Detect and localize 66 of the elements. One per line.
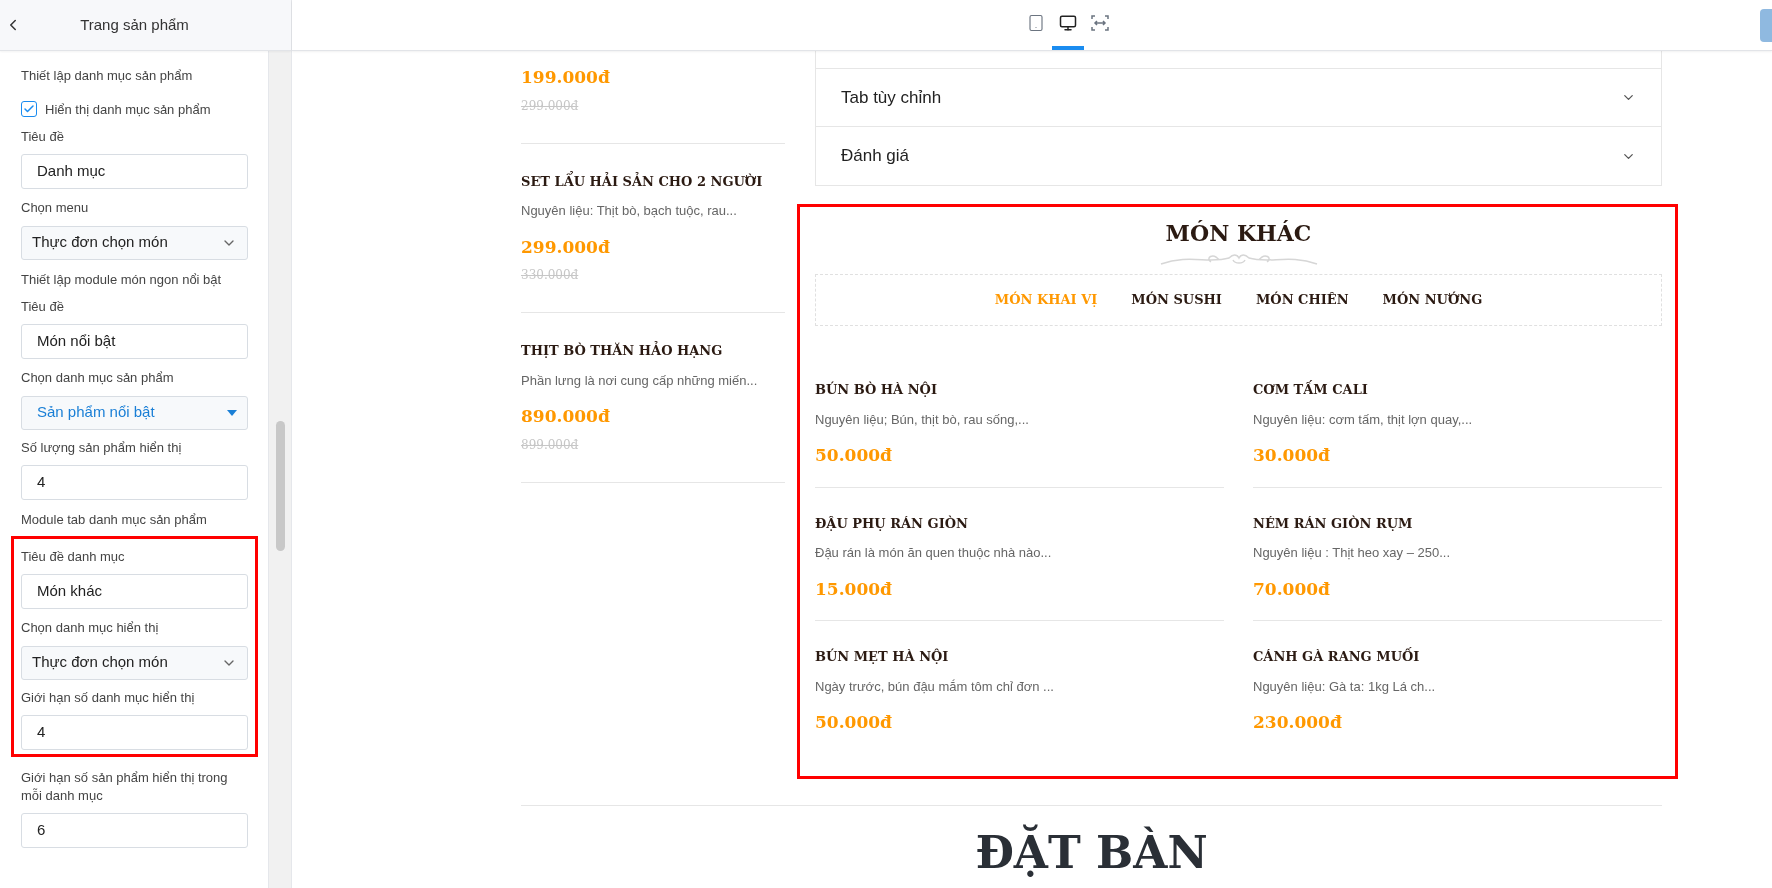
accordion-row[interactable]: Tab tùy chỉnh bbox=[816, 69, 1661, 127]
input-field[interactable]: 4 bbox=[21, 464, 249, 500]
category-tab[interactable]: MÓN NƯỚNG bbox=[1382, 290, 1483, 310]
accordion-row[interactable]: Đánh giá bbox=[816, 127, 1661, 185]
product-description: Đậu rán là món ăn quen thuộc nhà nào... bbox=[815, 544, 1053, 562]
select-value: Thực đơn chọn món bbox=[32, 652, 168, 673]
product-name[interactable]: CƠM TẤM CALI bbox=[1253, 380, 1662, 400]
product-price: 15.000đ bbox=[815, 577, 893, 601]
section-label: Module tab danh mục sản phẩm bbox=[21, 510, 208, 529]
input-field[interactable]: 6 bbox=[21, 812, 249, 848]
input-field[interactable]: Món nổi bật bbox=[21, 324, 249, 359]
product-price: 199.000đ bbox=[521, 66, 611, 89]
product-name[interactable]: ĐẬU PHỤ RÁN GIÒN bbox=[815, 513, 1224, 533]
checkbox[interactable] bbox=[21, 101, 37, 118]
product-price: 50.000đ bbox=[815, 711, 893, 734]
input-field[interactable]: Món khác bbox=[21, 574, 249, 609]
product-description: Nguyên liệu; Bún, thịt bò, rau sống,... bbox=[815, 410, 1030, 429]
product-description: Nguyên liệu : Thịt heo xay – 250... bbox=[1253, 544, 1452, 562]
product-name[interactable]: CÁNH GÀ RANG MUỐI bbox=[1253, 647, 1662, 667]
product-description: Nguyên liệu: Gà ta: 1kg Lá ch... bbox=[1253, 677, 1437, 696]
select-field[interactable]: Thực đơn chọn món bbox=[21, 645, 249, 680]
field-label: Tiêu đề bbox=[21, 128, 65, 146]
product-name[interactable]: THỊT BÒ THĂN HẢO HẠNG bbox=[521, 341, 785, 361]
select-value: Sản phẩm nổi bật bbox=[36, 402, 155, 423]
product-price: 299.000đ bbox=[521, 235, 611, 259]
section-label: Thiết lập module món ngon nổi bật bbox=[21, 270, 223, 289]
product-price: 30.000đ bbox=[1253, 444, 1331, 467]
field-label: Chọn menu bbox=[21, 199, 90, 217]
field-label: Số lượng sản phẩm hiển thị bbox=[21, 438, 183, 457]
tablet-icon bbox=[1027, 13, 1045, 32]
field-label: Giới hạn số sản phẩm hiển thị trong mỗi danh mục bbox=[21, 768, 229, 805]
section-label: Thiết lập danh mục sản phẩm bbox=[21, 67, 194, 85]
product-name[interactable]: BÚN MẸT HÀ NỘI bbox=[815, 647, 1224, 667]
field-label: Chọn danh mục hiển thị bbox=[21, 619, 160, 637]
product-price: 50.000đ bbox=[815, 444, 893, 467]
old-price: 299.000đ bbox=[521, 97, 580, 115]
product-name[interactable]: BÚN BÒ HÀ NỘI bbox=[815, 380, 1224, 400]
field-label: Tiêu đề danh mục bbox=[21, 548, 126, 566]
checkbox-label: Hiển thị danh mục sản phẩm bbox=[45, 100, 211, 119]
product-description: Nguyên liệu: cơm tấm, thịt lợn quay,... bbox=[1253, 410, 1474, 429]
input-field[interactable]: Danh mục bbox=[21, 154, 249, 189]
select-field[interactable]: Thực đơn chọn món bbox=[21, 225, 249, 260]
field-label: Chọn danh mục sản phẩm bbox=[21, 369, 175, 387]
category-tab[interactable]: MÓN CHIÊN bbox=[1255, 290, 1349, 310]
product-description: Nguyên liệu: Thịt bò, bạch tuộc, rau... bbox=[521, 202, 738, 220]
field-label: Giới hạn số danh mục hiển thị bbox=[21, 688, 196, 707]
product-name[interactable]: SET LẨU HẢI SẢN CHO 2 NGƯỜI bbox=[521, 171, 785, 191]
caret-icon bbox=[227, 409, 238, 416]
scrollbar-thumb[interactable] bbox=[275, 421, 285, 551]
product-name[interactable]: NÉM RÁN GIÒN RỤM bbox=[1253, 513, 1662, 533]
old-price: 330.000đ bbox=[521, 267, 580, 284]
panel-title: Trang sản phẩm bbox=[79, 14, 190, 35]
product-description: Ngày trước, bún đậu mắm tôm chỉ đơn ... bbox=[815, 677, 1055, 696]
input-field[interactable]: 4 bbox=[21, 714, 249, 750]
monitor-icon bbox=[1059, 13, 1077, 32]
product-price: 890.000đ bbox=[521, 405, 611, 428]
old-price: 899.000đ bbox=[521, 436, 580, 454]
category-tab[interactable]: MÓN SUSHI bbox=[1131, 290, 1222, 310]
field-label: Tiêu đề bbox=[21, 298, 65, 316]
product-price: 230.000đ bbox=[1253, 711, 1343, 734]
module-title: MÓN KHÁC bbox=[1165, 219, 1312, 248]
product-description: Phần lưng là nơi cung cấp những miến... bbox=[521, 371, 759, 390]
product-price: 70.000đ bbox=[1253, 577, 1331, 601]
select-value: Thực đơn chọn món bbox=[32, 232, 168, 253]
select-field[interactable]: Sản phẩm nổi bật bbox=[21, 395, 249, 430]
expand-width-icon bbox=[1091, 13, 1109, 32]
